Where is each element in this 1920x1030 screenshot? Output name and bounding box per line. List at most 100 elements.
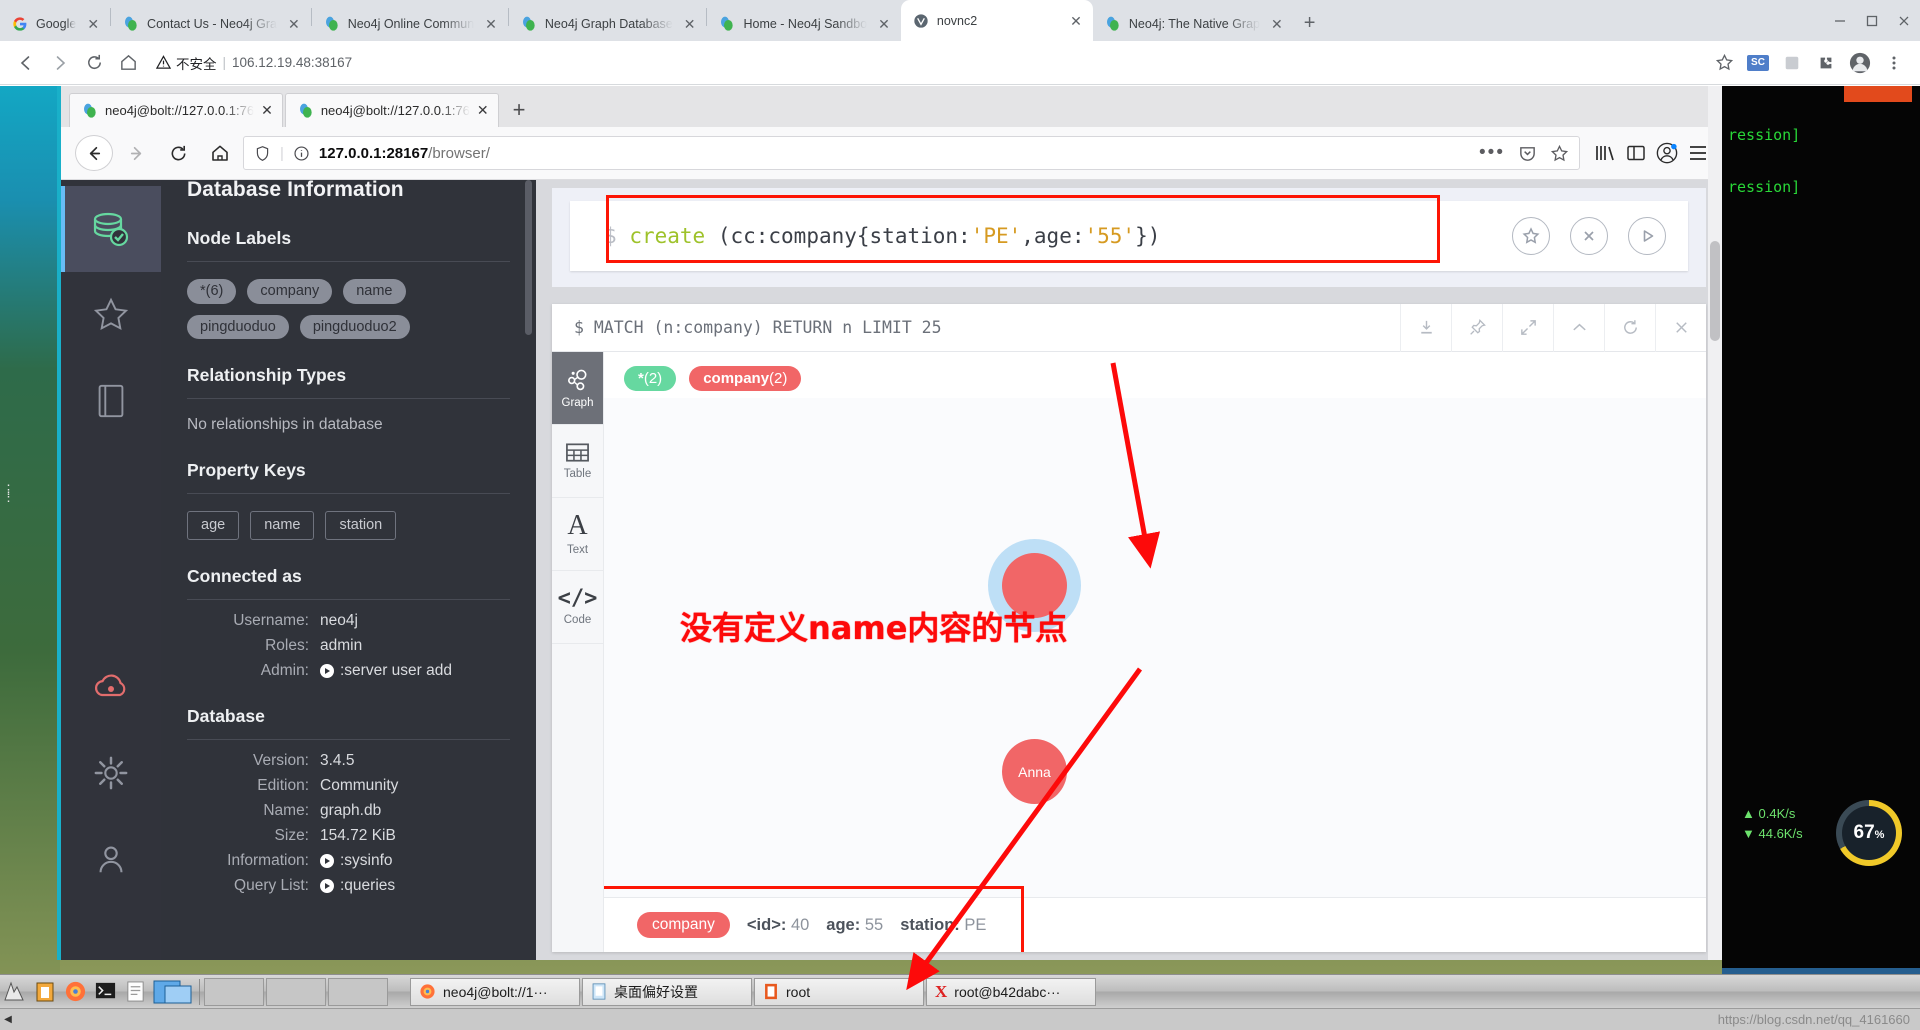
result-query-text[interactable]: $ MATCH (n:company) RETURN n LIMIT 25 — [552, 318, 1400, 337]
bookmark-star-icon[interactable] — [1708, 47, 1740, 79]
maximize-window-button[interactable] — [1856, 5, 1888, 37]
firefox-tab-close-icon[interactable]: ✕ — [477, 102, 489, 119]
address-bar[interactable]: 不安全 | 106.12.19.48:38167 — [146, 48, 1706, 78]
tab-close-icon[interactable]: ✕ — [1067, 12, 1085, 30]
tab-graph[interactable]: Graph — [552, 352, 603, 425]
cypher-editor-text[interactable]: $ create (cc:company{station:'PE',age:'5… — [570, 224, 1512, 248]
bookmark-star-icon[interactable] — [1550, 144, 1569, 163]
firefox-back-button[interactable] — [75, 135, 113, 171]
close-icon[interactable] — [1655, 303, 1706, 352]
launcher-terminal-icon[interactable] — [90, 977, 120, 1007]
tab-close-icon[interactable]: ✕ — [1268, 15, 1286, 33]
taskbar-window-firefox[interactable]: neo4j@bolt://1··· — [410, 977, 580, 1006]
rail-item-settings[interactable] — [61, 730, 161, 816]
close-window-button[interactable] — [1888, 5, 1920, 37]
rail-item-cloud[interactable] — [61, 644, 161, 730]
info-circle-icon[interactable] — [293, 145, 310, 162]
terminal-window[interactable]: ression] ression] — [1722, 86, 1920, 1030]
node-label-chip[interactable]: *(6) — [187, 279, 237, 304]
firefox-tab-2[interactable]: neo4j@bolt://127.0.0.1:76 ✕ — [284, 93, 499, 127]
node-label-chip[interactable]: pingduoduo2 — [299, 314, 410, 339]
collapse-up-icon[interactable] — [1553, 303, 1604, 352]
firefox-window[interactable]: neo4j@bolt://127.0.0.1:76 ✕ neo4j@bolt:/… — [57, 86, 1722, 960]
taskbar-window-root[interactable]: root — [754, 977, 924, 1006]
launcher-window-icon[interactable] — [150, 977, 196, 1007]
property-key-chip[interactable]: age — [187, 511, 240, 540]
graph-area[interactable]: Anna — [604, 398, 1706, 952]
account-icon[interactable] — [1656, 142, 1678, 164]
tab-close-icon[interactable]: ✕ — [84, 15, 102, 33]
tab-text[interactable]: A Text — [552, 498, 603, 571]
graph-node-anna[interactable]: Anna — [1002, 739, 1067, 804]
avatar[interactable] — [1844, 47, 1876, 79]
page-scrollbar[interactable] — [1708, 86, 1722, 960]
forward-button[interactable] — [44, 47, 76, 79]
launcher-files-icon[interactable] — [0, 977, 30, 1007]
page-actions-icon[interactable]: ••• — [1479, 143, 1505, 162]
favorite-star-icon[interactable] — [1512, 217, 1550, 255]
firefox-forward-button[interactable] — [117, 134, 155, 172]
rail-item-about[interactable] — [61, 816, 161, 902]
reload-button[interactable] — [78, 47, 110, 79]
launcher-text-editor-icon[interactable] — [120, 977, 150, 1007]
taskbar-window-xterm[interactable]: X root@b42dabc··· — [926, 977, 1096, 1006]
node-label-chip[interactable]: name — [343, 279, 406, 304]
launcher-archive-icon[interactable] — [30, 977, 60, 1007]
browser-tab-contact-us[interactable]: Contact Us - Neo4j Gra ✕ — [111, 7, 311, 41]
library-icon[interactable] — [1594, 143, 1616, 163]
profile-badge[interactable]: SC — [1742, 47, 1774, 79]
tab-close-icon[interactable]: ✕ — [875, 15, 893, 33]
firefox-home-button[interactable] — [201, 134, 239, 172]
extension-icon-1[interactable] — [1776, 47, 1808, 79]
back-button[interactable] — [10, 47, 42, 79]
not-secure-indicator[interactable]: 不安全 — [156, 53, 217, 73]
pin-icon[interactable] — [1451, 303, 1502, 352]
browser-tab-novnc2[interactable]: novnc2 ✕ — [900, 0, 1093, 41]
firefox-menu-icon[interactable] — [1688, 144, 1708, 162]
browser-tab-online-community[interactable]: Neo4j Online Commun ✕ — [312, 7, 508, 41]
firefox-tab-1[interactable]: neo4j@bolt://127.0.0.1:76 ✕ — [69, 93, 283, 127]
browser-tab-google[interactable]: Google ✕ — [0, 7, 110, 41]
rail-item-database[interactable] — [61, 186, 161, 272]
node-label-chip[interactable]: company — [247, 279, 333, 304]
minimize-window-button[interactable] — [1824, 5, 1856, 37]
property-key-chip[interactable]: station — [325, 511, 397, 540]
browser-tab-graph-database[interactable]: Neo4j Graph Database ✕ — [509, 7, 707, 41]
home-button[interactable] — [112, 47, 144, 79]
firefox-reload-button[interactable] — [159, 134, 197, 172]
scroll-left-arrow-icon[interactable]: ◀ — [0, 1009, 16, 1030]
graph-visualization[interactable]: *(2) company(2) Anna company <id>: 40 ag… — [604, 352, 1706, 952]
firefox-address-bar[interactable]: | 127.0.0.1:28167/browser/ ••• — [243, 136, 1580, 170]
chrome-menu-icon[interactable] — [1878, 47, 1910, 79]
legend-chip-all[interactable]: *(2) — [624, 366, 677, 391]
node-detail-label[interactable]: company — [637, 912, 730, 938]
sidebar-icon[interactable] — [1626, 143, 1646, 163]
property-key-chip[interactable]: name — [250, 511, 315, 540]
run-play-icon[interactable] — [1628, 217, 1666, 255]
launcher-firefox-icon[interactable] — [60, 977, 90, 1007]
shield-icon[interactable] — [254, 145, 271, 162]
tab-code[interactable]: </> Code — [552, 571, 603, 644]
vnc-drag-handle[interactable]: ⋮ ⋮ — [2, 483, 15, 503]
expand-icon[interactable] — [1502, 303, 1553, 352]
clear-icon[interactable] — [1570, 217, 1608, 255]
browser-tab-native-graph[interactable]: Neo4j: The Native Grap ✕ — [1093, 7, 1294, 41]
rail-item-documents[interactable] — [61, 358, 161, 444]
tab-close-icon[interactable]: ✕ — [681, 15, 699, 33]
new-tab-button[interactable]: + — [1294, 12, 1326, 41]
node-label-chip[interactable]: pingduoduo — [187, 314, 289, 339]
firefox-tab-close-icon[interactable]: ✕ — [261, 102, 273, 119]
browser-tab-neo4j-sandbox[interactable]: Home - Neo4j Sandbo ✕ — [707, 7, 900, 41]
rail-item-favorites[interactable] — [61, 272, 161, 358]
legend-chip-company[interactable]: company(2) — [689, 366, 802, 391]
tab-close-icon[interactable]: ✕ — [482, 15, 500, 33]
refresh-icon[interactable] — [1604, 303, 1655, 352]
firefox-new-tab-button[interactable]: + — [501, 97, 538, 127]
extension-puzzle-icon[interactable] — [1810, 47, 1842, 79]
tab-table[interactable]: Table — [552, 425, 603, 498]
reader-pocket-icon[interactable] — [1518, 144, 1537, 163]
cypher-editor[interactable]: $ create (cc:company{station:'PE',age:'5… — [570, 195, 1688, 271]
vnc-desktop[interactable]: ⋮ ⋮ ression] ression] ▲ 0.4K/s ▼ 44.6K/s … — [0, 86, 1920, 1030]
scrollbar-thumb[interactable] — [1710, 241, 1720, 341]
sidebar-scrollbar[interactable] — [525, 180, 532, 335]
